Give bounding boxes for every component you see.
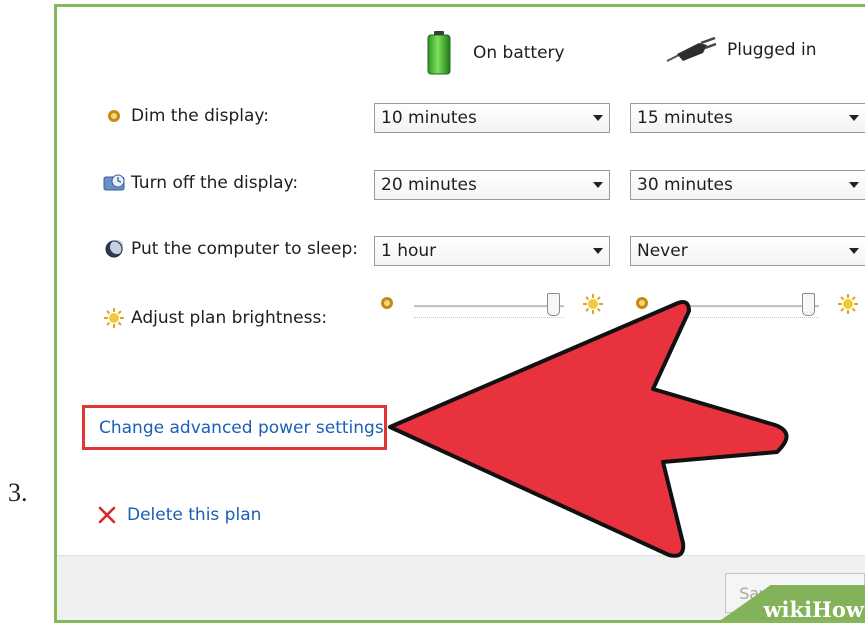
power-plan-settings-panel: On battery Plugged in Dim the display: 1… (54, 4, 865, 623)
red-pointer-arrow (388, 300, 789, 558)
step-number: 3. (8, 478, 28, 507)
watermark-text: wikiHow (763, 597, 864, 622)
